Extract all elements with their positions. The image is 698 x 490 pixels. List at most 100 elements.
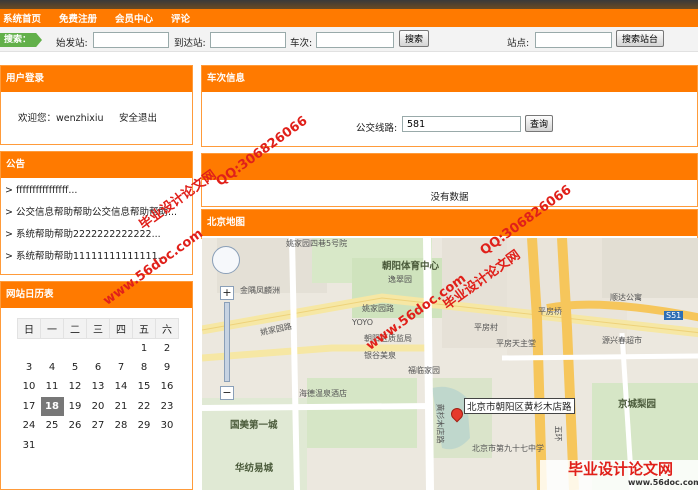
- top-band: [0, 0, 698, 9]
- welcome-text: 欢迎您：wenzhixiu: [18, 113, 104, 124]
- calendar-day[interactable]: 11: [41, 377, 64, 397]
- calendar-day[interactable]: 17: [18, 397, 41, 417]
- map-label: 源兴春超市: [602, 336, 642, 345]
- map-label: 姚家园路: [362, 304, 394, 313]
- calendar-day: [156, 436, 179, 456]
- calendar-day: [133, 436, 156, 456]
- calendar-day[interactable]: 18: [40, 396, 64, 416]
- query-button[interactable]: 查询: [525, 115, 554, 132]
- zoom-slider[interactable]: [224, 302, 230, 382]
- calendar-day[interactable]: 24: [18, 416, 41, 436]
- station-input[interactable]: [535, 32, 612, 48]
- zoom-out-button[interactable]: −: [220, 386, 234, 400]
- search-tag: 搜索：: [0, 33, 42, 47]
- calendar-day: [41, 338, 64, 358]
- notice-item[interactable]: > 系统帮助帮助11111111111111...: [5, 250, 192, 272]
- calendar-day[interactable]: 3: [18, 358, 41, 378]
- notice-bullet: >: [5, 185, 13, 196]
- calendar-day[interactable]: 12: [64, 377, 87, 397]
- calendar-day: [110, 338, 133, 358]
- nav-home[interactable]: 系统首页: [3, 11, 41, 25]
- start-station-label: 始发站:: [56, 38, 88, 49]
- map-label: 黄杉木店路: [435, 403, 445, 444]
- calendar-day[interactable]: 7: [110, 358, 133, 378]
- notice-bullet: >: [5, 229, 13, 240]
- calendar-day[interactable]: 19: [64, 397, 87, 417]
- calendar-day[interactable]: 4: [41, 358, 64, 378]
- notice-bullet: >: [5, 207, 13, 218]
- train-info-title: 车次信息: [202, 66, 697, 92]
- weekday-header: 六: [155, 318, 179, 339]
- calendar-day[interactable]: 9: [156, 358, 179, 378]
- notice-bullet: >: [5, 251, 13, 262]
- calendar-day[interactable]: 16: [156, 377, 179, 397]
- no-data-text: 没有数据: [430, 192, 469, 203]
- calendar-day[interactable]: 1: [133, 338, 156, 358]
- calendar-day[interactable]: 31: [18, 436, 41, 456]
- calendar-day[interactable]: 13: [87, 377, 110, 397]
- train-number-input[interactable]: [316, 32, 394, 48]
- main-nav: 系统首页 免费注册 会员中心 评论: [0, 9, 698, 27]
- calendar-day[interactable]: 27: [87, 416, 110, 436]
- calendar-day: [64, 338, 87, 358]
- notice-panel: 公告 > ffffffffffffffff... > 公交信息帮助帮助公交信息帮…: [0, 151, 193, 275]
- map-label: 平房天主堂: [496, 339, 536, 348]
- calendar-day[interactable]: 22: [133, 397, 156, 417]
- calendar-day[interactable]: 15: [133, 377, 156, 397]
- end-station-input[interactable]: [210, 32, 286, 48]
- calendar-day[interactable]: 29: [133, 416, 156, 436]
- bus-route-input[interactable]: [402, 116, 521, 132]
- watermark-logo-brand: 毕业设计论文网: [568, 460, 674, 478]
- calendar-day[interactable]: 23: [156, 397, 179, 417]
- weekday-header: 三: [86, 318, 110, 339]
- calendar-day: [41, 436, 64, 456]
- nav-member-center[interactable]: 会员中心: [115, 11, 153, 25]
- calendar-day[interactable]: 21: [110, 397, 133, 417]
- calendar-day[interactable]: 14: [110, 377, 133, 397]
- notice-item[interactable]: > ffffffffffffffff...: [5, 184, 192, 206]
- search-button[interactable]: 搜索: [399, 30, 430, 47]
- map-label: 平房村: [474, 323, 498, 332]
- calendar-day[interactable]: 25: [41, 416, 64, 436]
- nav-register[interactable]: 免费注册: [59, 11, 97, 25]
- calendar-day[interactable]: 28: [110, 416, 133, 436]
- map-label: 逸翠园: [388, 275, 412, 284]
- map-label: 海德温泉酒店: [299, 389, 347, 398]
- bus-route-label: 公交线路:: [356, 123, 398, 134]
- nav-comments[interactable]: 评论: [171, 11, 190, 25]
- map-canvas: [202, 238, 698, 490]
- zoom-in-button[interactable]: +: [220, 286, 234, 300]
- watermark-logo-site: www.56doc.com: [628, 478, 698, 487]
- calendar-day[interactable]: 26: [64, 416, 87, 436]
- weekday-header: 日: [17, 318, 41, 339]
- calendar-day[interactable]: 8: [133, 358, 156, 378]
- map-label: 京城梨园: [618, 399, 657, 410]
- calendar-day[interactable]: 30: [156, 416, 179, 436]
- notice-item[interactable]: > 系统帮助帮助2222222222222...: [5, 228, 192, 250]
- weekday-header: 五: [132, 318, 156, 339]
- calendar-day[interactable]: 5: [64, 358, 87, 378]
- map-label: 顺达公寓: [610, 293, 642, 302]
- weekday-header: 四: [109, 318, 133, 339]
- map-view[interactable]: 姚家园四巷5号院 朝阳体育中心 逸翠园 金隅凤麟洲 姚家园路 姚家园路 YOYO…: [202, 238, 698, 490]
- calendar-day[interactable]: 6: [87, 358, 110, 378]
- map-label: 银谷美泉: [364, 351, 396, 360]
- watermark-logo: 毕业设计论文网 www.56doc.com: [540, 460, 698, 490]
- pan-control[interactable]: [212, 246, 240, 274]
- map-label: 北京市第九十七中学: [472, 444, 544, 453]
- notice-panel-title: 公告: [1, 152, 192, 178]
- calendar-day[interactable]: 2: [156, 338, 179, 358]
- map-label: 华纺易城: [235, 463, 274, 474]
- map-label: 朝阳体育中心: [382, 261, 440, 272]
- results-panel: 没有数据: [201, 153, 698, 207]
- notice-item[interactable]: > 公交信息帮助帮助公交信息帮助帮助...: [5, 206, 192, 228]
- map-label: 平房桥: [538, 307, 562, 316]
- highway-shield: S51: [664, 311, 684, 320]
- map-panel: 北京地图: [201, 209, 698, 239]
- map-label: 金隅凤麟洲: [240, 286, 280, 295]
- start-station-input[interactable]: [93, 32, 169, 48]
- search-station-button[interactable]: 搜索站台: [616, 30, 665, 47]
- calendar-day[interactable]: 10: [18, 377, 41, 397]
- calendar-day[interactable]: 20: [87, 397, 110, 417]
- logout-link[interactable]: 安全退出: [119, 110, 157, 124]
